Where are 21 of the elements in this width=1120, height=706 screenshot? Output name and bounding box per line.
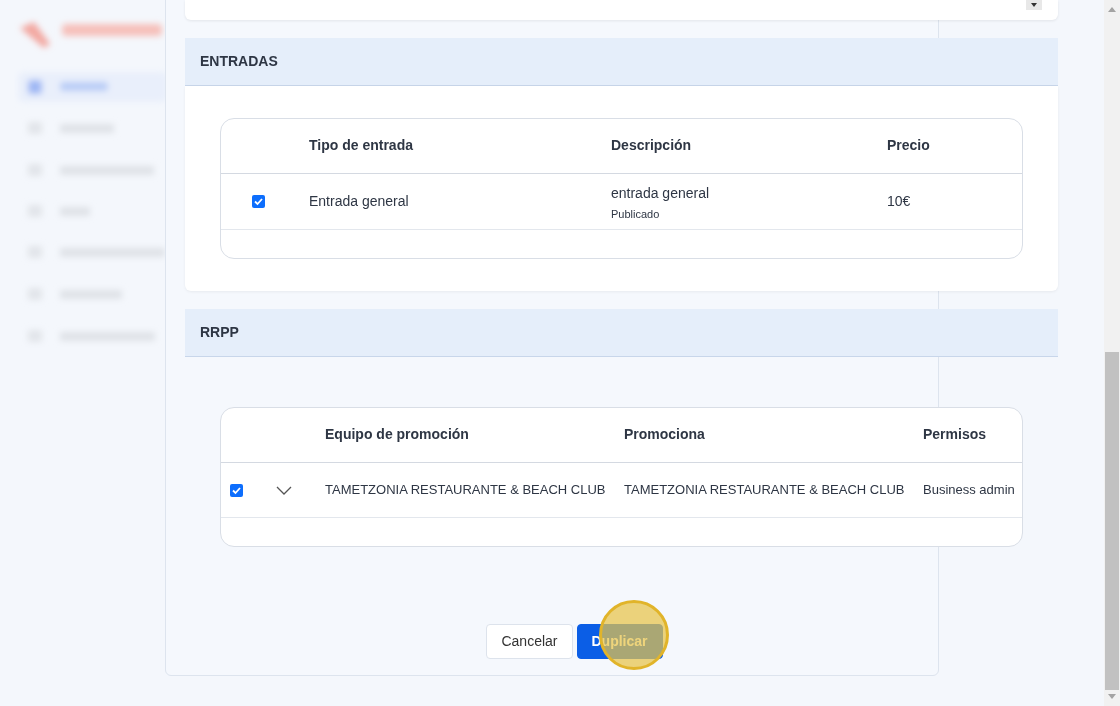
column-header: Equipo de promoción xyxy=(325,426,469,443)
section-header: ENTRADAS xyxy=(185,38,1058,86)
scrollbar[interactable] xyxy=(1104,0,1120,706)
dropdown-caret-icon[interactable] xyxy=(1026,0,1042,10)
cancel-button[interactable]: Cancelar xyxy=(486,624,573,659)
status-label: Publicado xyxy=(611,206,661,222)
section-header: RRPP xyxy=(185,309,1058,357)
table-cell: Business admin xyxy=(923,481,1015,497)
column-header: Precio xyxy=(887,137,930,154)
column-header: Permisos xyxy=(923,426,987,443)
chevron-down-icon[interactable] xyxy=(276,485,292,495)
table-cell: TAMETZONIA RESTAURANTE & BEACH CLUB xyxy=(325,481,606,497)
column-header: Tipo de entrada xyxy=(309,137,413,154)
column-header: Promociona xyxy=(624,426,705,443)
table-cell: Entrada general xyxy=(309,192,409,209)
column-header: Descripción xyxy=(611,137,692,154)
table-cell: TAMETZONIA RESTAURANTE & BEACH CLUB xyxy=(624,481,905,497)
checkbox[interactable] xyxy=(252,195,265,209)
table-cell: 10€ xyxy=(887,192,911,209)
table-cell: entrada general xyxy=(611,184,710,201)
checkbox[interactable] xyxy=(230,483,243,497)
